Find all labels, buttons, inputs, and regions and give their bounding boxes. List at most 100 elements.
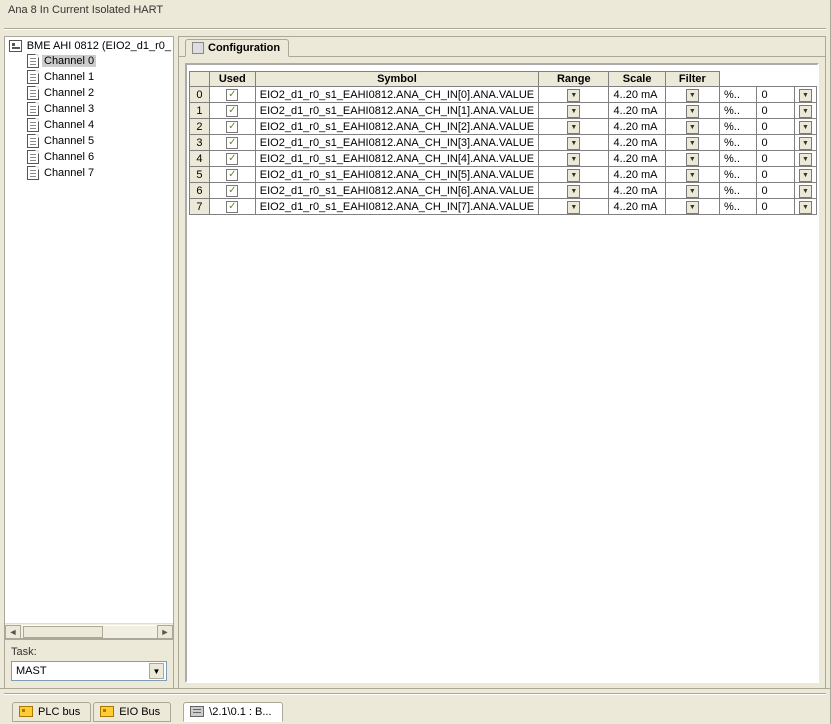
used-cell[interactable] — [209, 135, 255, 151]
filter-cell[interactable]: 0 — [757, 119, 794, 135]
range-cell[interactable]: 4..20 mA — [609, 183, 665, 199]
chevron-down-icon: ▼ — [567, 137, 580, 150]
scale-cell[interactable]: %.. — [720, 119, 757, 135]
range-dropdown[interactable]: ▼ — [665, 167, 719, 183]
filter-cell[interactable]: 0 — [757, 199, 794, 215]
range-cell[interactable]: 4..20 mA — [609, 135, 665, 151]
filter-dropdown[interactable]: ▼ — [794, 87, 816, 103]
filter-dropdown[interactable]: ▼ — [794, 151, 816, 167]
symbol-cell[interactable]: EIO2_d1_r0_s1_EAHI0812.ANA_CH_IN[7].ANA.… — [255, 199, 538, 215]
range-cell[interactable]: 4..20 mA — [609, 103, 665, 119]
tree-item-channel[interactable]: Channel 2 — [27, 85, 173, 101]
scale-cell[interactable]: %.. — [720, 103, 757, 119]
scale-cell[interactable]: %.. — [720, 135, 757, 151]
scale-cell[interactable]: %.. — [720, 167, 757, 183]
used-cell[interactable] — [209, 119, 255, 135]
used-cell[interactable] — [209, 151, 255, 167]
used-checkbox[interactable] — [226, 153, 238, 165]
range-dropdown[interactable]: ▼ — [665, 135, 719, 151]
scroll-right-button[interactable]: ► — [157, 625, 173, 639]
filter-cell[interactable]: 0 — [757, 135, 794, 151]
used-checkbox[interactable] — [226, 185, 238, 197]
row-index: 5 — [190, 167, 210, 183]
used-cell[interactable] — [209, 199, 255, 215]
used-cell[interactable] — [209, 167, 255, 183]
filter-cell[interactable]: 0 — [757, 167, 794, 183]
tab-path[interactable]: \2.1\0.1 : B... — [183, 702, 282, 722]
tree-item-channel[interactable]: Channel 3 — [27, 101, 173, 117]
scale-cell[interactable]: %.. — [720, 199, 757, 215]
range-dropdown[interactable]: ▼ — [665, 119, 719, 135]
tree-item-channel[interactable]: Channel 7 — [27, 165, 173, 181]
filter-dropdown[interactable]: ▼ — [794, 199, 816, 215]
symbol-cell[interactable]: EIO2_d1_r0_s1_EAHI0812.ANA_CH_IN[2].ANA.… — [255, 119, 538, 135]
tree-item-channel[interactable]: Channel 6 — [27, 149, 173, 165]
range-dropdown[interactable]: ▼ — [665, 183, 719, 199]
tree-item-channel[interactable]: Channel 0 — [27, 53, 173, 69]
tab-eio-label: EIO Bus — [119, 706, 160, 718]
symbol-dropdown[interactable]: ▼ — [539, 167, 609, 183]
tab-plc-bus[interactable]: PLC bus — [12, 702, 91, 722]
task-select[interactable]: MAST ▼ — [11, 661, 167, 681]
used-checkbox[interactable] — [226, 105, 238, 117]
th-scale: Scale — [609, 72, 665, 87]
used-checkbox[interactable] — [226, 169, 238, 181]
symbol-dropdown[interactable]: ▼ — [539, 151, 609, 167]
used-cell[interactable] — [209, 87, 255, 103]
filter-cell[interactable]: 0 — [757, 87, 794, 103]
scroll-track[interactable] — [21, 625, 157, 639]
symbol-dropdown[interactable]: ▼ — [539, 199, 609, 215]
symbol-dropdown[interactable]: ▼ — [539, 183, 609, 199]
filter-dropdown[interactable]: ▼ — [794, 135, 816, 151]
chevron-down-icon: ▼ — [567, 201, 580, 214]
chevron-down-icon: ▼ — [567, 169, 580, 182]
symbol-dropdown[interactable]: ▼ — [539, 135, 609, 151]
used-checkbox[interactable] — [226, 137, 238, 149]
used-checkbox[interactable] — [226, 121, 238, 133]
used-checkbox[interactable] — [226, 89, 238, 101]
range-dropdown[interactable]: ▼ — [665, 103, 719, 119]
range-cell[interactable]: 4..20 mA — [609, 199, 665, 215]
symbol-cell[interactable]: EIO2_d1_r0_s1_EAHI0812.ANA_CH_IN[6].ANA.… — [255, 183, 538, 199]
filter-cell[interactable]: 0 — [757, 151, 794, 167]
tree-item-label: Channel 1 — [42, 71, 96, 83]
tree-root-node[interactable]: BME AHI 0812 (EIO2_d1_r0_ — [9, 39, 173, 53]
symbol-cell[interactable]: EIO2_d1_r0_s1_EAHI0812.ANA_CH_IN[1].ANA.… — [255, 103, 538, 119]
range-cell[interactable]: 4..20 mA — [609, 167, 665, 183]
filter-dropdown[interactable]: ▼ — [794, 119, 816, 135]
used-cell[interactable] — [209, 183, 255, 199]
tree-item-channel[interactable]: Channel 4 — [27, 117, 173, 133]
symbol-dropdown[interactable]: ▼ — [539, 87, 609, 103]
range-dropdown[interactable]: ▼ — [665, 151, 719, 167]
range-cell[interactable]: 4..20 mA — [609, 87, 665, 103]
symbol-dropdown[interactable]: ▼ — [539, 119, 609, 135]
tab-eio-bus[interactable]: EIO Bus — [93, 702, 171, 722]
scale-cell[interactable]: %.. — [720, 151, 757, 167]
symbol-cell[interactable]: EIO2_d1_r0_s1_EAHI0812.ANA_CH_IN[5].ANA.… — [255, 167, 538, 183]
tree-item-channel[interactable]: Channel 5 — [27, 133, 173, 149]
scroll-thumb[interactable] — [23, 626, 103, 638]
range-dropdown[interactable]: ▼ — [665, 87, 719, 103]
filter-dropdown[interactable]: ▼ — [794, 103, 816, 119]
tree-hscrollbar[interactable]: ◄ ► — [5, 623, 173, 639]
scroll-left-button[interactable]: ◄ — [5, 625, 21, 639]
range-dropdown[interactable]: ▼ — [665, 199, 719, 215]
scale-cell[interactable]: %.. — [720, 87, 757, 103]
table-row: 2EIO2_d1_r0_s1_EAHI0812.ANA_CH_IN[2].ANA… — [190, 119, 817, 135]
range-cell[interactable]: 4..20 mA — [609, 151, 665, 167]
tab-path-label: \2.1\0.1 : B... — [209, 706, 271, 718]
filter-dropdown[interactable]: ▼ — [794, 183, 816, 199]
range-cell[interactable]: 4..20 mA — [609, 119, 665, 135]
used-cell[interactable] — [209, 103, 255, 119]
used-checkbox[interactable] — [226, 201, 238, 213]
filter-cell[interactable]: 0 — [757, 103, 794, 119]
filter-dropdown[interactable]: ▼ — [794, 167, 816, 183]
symbol-cell[interactable]: EIO2_d1_r0_s1_EAHI0812.ANA_CH_IN[0].ANA.… — [255, 87, 538, 103]
symbol-dropdown[interactable]: ▼ — [539, 103, 609, 119]
filter-cell[interactable]: 0 — [757, 183, 794, 199]
tab-configuration[interactable]: Configuration — [185, 39, 289, 57]
scale-cell[interactable]: %.. — [720, 183, 757, 199]
symbol-cell[interactable]: EIO2_d1_r0_s1_EAHI0812.ANA_CH_IN[3].ANA.… — [255, 135, 538, 151]
tree-item-channel[interactable]: Channel 1 — [27, 69, 173, 85]
symbol-cell[interactable]: EIO2_d1_r0_s1_EAHI0812.ANA_CH_IN[4].ANA.… — [255, 151, 538, 167]
